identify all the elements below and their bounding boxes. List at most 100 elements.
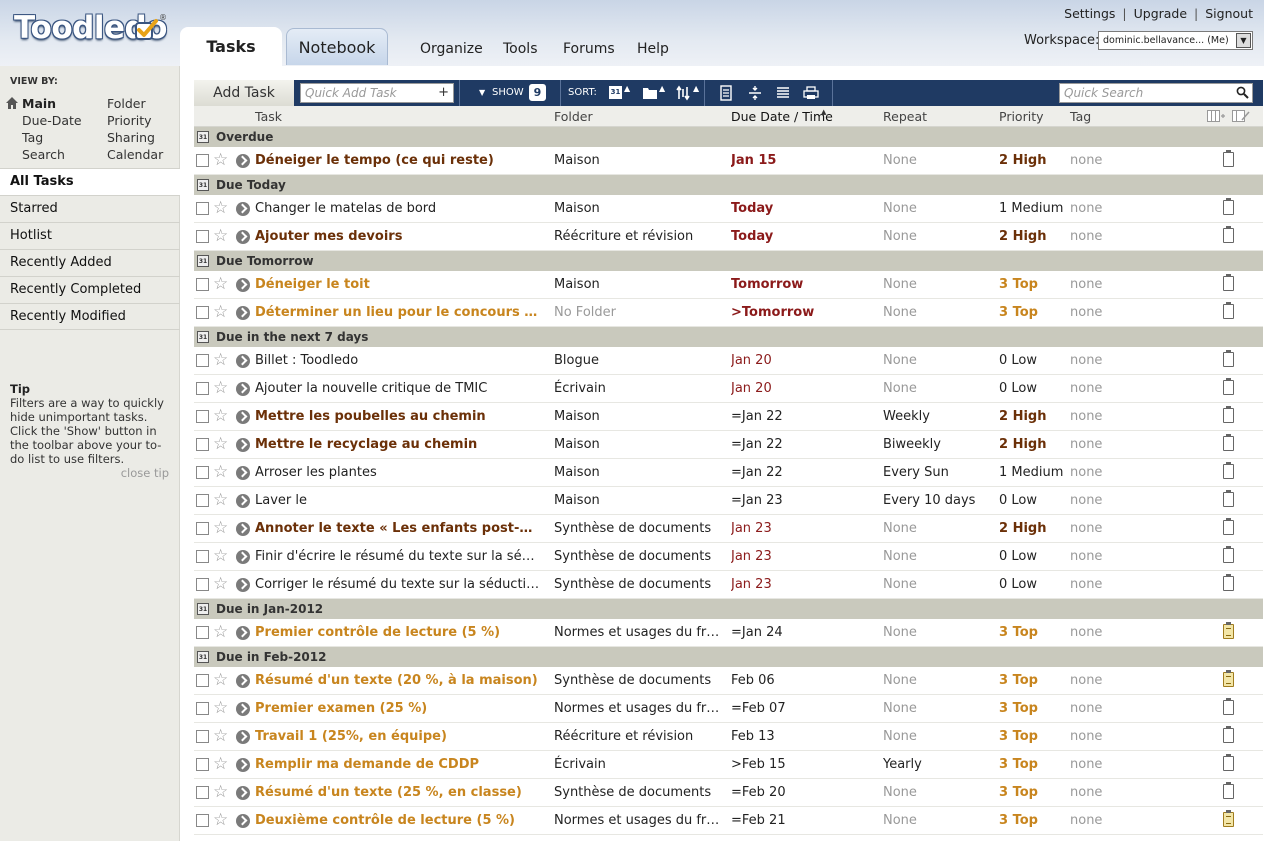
- sidebar-item-starred[interactable]: Starred: [0, 195, 180, 222]
- task-due-date[interactable]: =Jan 24: [731, 619, 871, 647]
- subtask-arrow-icon[interactable]: [236, 230, 250, 244]
- signout-link[interactable]: Signout: [1205, 6, 1253, 21]
- star-icon[interactable]: ☆: [213, 403, 228, 429]
- task-priority[interactable]: 2 High: [999, 515, 1067, 543]
- sort-date-icon[interactable]: 31: [609, 86, 622, 99]
- task-tag[interactable]: none: [1070, 347, 1130, 375]
- sidebar-item-recently-modified[interactable]: Recently Modified: [0, 303, 180, 330]
- task-due-date[interactable]: Feb 06: [731, 667, 871, 695]
- note-icon[interactable]: [1223, 150, 1234, 167]
- note-icon[interactable]: [1223, 350, 1234, 367]
- column-folder[interactable]: Folder: [554, 109, 593, 124]
- column-due-date[interactable]: Due Date / Time: [731, 109, 833, 124]
- task-row[interactable]: ☆ Arroser les plantes Maison =Jan 22 Every S…: [194, 459, 1263, 487]
- task-title[interactable]: Résumé d'un texte (25 %, en classe): [255, 779, 541, 807]
- note-icon[interactable]: [1223, 546, 1234, 563]
- note-filled-icon[interactable]: [1223, 670, 1234, 687]
- task-due-date[interactable]: Jan 15: [731, 147, 871, 175]
- task-repeat[interactable]: None: [883, 695, 993, 723]
- subtask-arrow-icon[interactable]: [236, 702, 250, 716]
- task-row[interactable]: ☆ Résumé d'un texte (25 %, en classe) Synt…: [194, 779, 1263, 807]
- task-repeat[interactable]: None: [883, 807, 993, 835]
- complete-checkbox[interactable]: [196, 522, 209, 535]
- task-repeat[interactable]: None: [883, 667, 993, 695]
- task-priority[interactable]: 1 Medium: [999, 459, 1067, 487]
- star-icon[interactable]: ☆: [213, 619, 228, 645]
- task-repeat[interactable]: Yearly: [883, 751, 993, 779]
- quick-search-input[interactable]: Quick Search: [1059, 83, 1253, 103]
- note-icon[interactable]: [1223, 518, 1234, 535]
- task-row[interactable]: ☆ Billet : Toodledo Blogue Jan 20 None 0 Low n…: [194, 347, 1263, 375]
- task-folder[interactable]: Réécriture et révision: [554, 723, 722, 751]
- subtask-arrow-icon[interactable]: [236, 306, 250, 320]
- complete-checkbox[interactable]: [196, 494, 209, 507]
- complete-checkbox[interactable]: [196, 758, 209, 771]
- task-tag[interactable]: none: [1070, 223, 1130, 251]
- task-folder[interactable]: Synthèse de documents: [554, 779, 722, 807]
- viewby-main[interactable]: Main: [22, 96, 56, 111]
- task-row[interactable]: ☆ Déterminer un lieu pour le concours du …: [194, 299, 1263, 327]
- task-priority[interactable]: 3 Top: [999, 695, 1067, 723]
- task-priority[interactable]: 1 Medium: [999, 195, 1067, 223]
- subtask-arrow-icon[interactable]: [236, 730, 250, 744]
- task-row[interactable]: ☆ Finir d'écrire le résumé du texte sur l…: [194, 543, 1263, 571]
- viewby-due-date[interactable]: Due-Date: [22, 113, 82, 128]
- star-icon[interactable]: ☆: [213, 487, 228, 513]
- task-tag[interactable]: none: [1070, 403, 1130, 431]
- task-priority[interactable]: 3 Top: [999, 779, 1067, 807]
- task-folder[interactable]: Maison: [554, 147, 722, 175]
- complete-checkbox[interactable]: [196, 278, 209, 291]
- task-folder[interactable]: Réécriture et révision: [554, 223, 722, 251]
- task-priority[interactable]: 3 Top: [999, 751, 1067, 779]
- complete-checkbox[interactable]: [196, 702, 209, 715]
- note-icon[interactable]: [1223, 574, 1234, 591]
- task-title[interactable]: Premier examen (25 %): [255, 695, 541, 723]
- viewby-priority[interactable]: Priority: [107, 113, 152, 128]
- note-icon[interactable]: [1223, 754, 1234, 771]
- viewby-sharing[interactable]: Sharing: [107, 130, 155, 145]
- note-icon[interactable]: [1223, 226, 1234, 243]
- note-icon[interactable]: [1223, 782, 1234, 799]
- subtask-arrow-icon[interactable]: [236, 202, 250, 216]
- task-repeat[interactable]: None: [883, 375, 993, 403]
- task-row[interactable]: ☆ Déneiger le toit Maison Tomorrow None 3 Top…: [194, 271, 1263, 299]
- task-folder[interactable]: Synthèse de documents: [554, 543, 722, 571]
- nav-tools[interactable]: Tools: [503, 41, 538, 57]
- note-icon[interactable]: [1223, 302, 1234, 319]
- task-title[interactable]: Deuxième contrôle de lecture (5 %): [255, 807, 541, 835]
- task-repeat[interactable]: None: [883, 147, 993, 175]
- task-title[interactable]: Laver le: [255, 487, 541, 515]
- subtask-arrow-icon[interactable]: [236, 786, 250, 800]
- task-priority[interactable]: 2 High: [999, 147, 1067, 175]
- task-due-date[interactable]: =Feb 21: [731, 807, 871, 835]
- task-row[interactable]: ☆ Résumé d'un texte (20 %, à la maison) Sy…: [194, 667, 1263, 695]
- viewby-search[interactable]: Search: [22, 147, 65, 162]
- task-priority[interactable]: 3 Top: [999, 667, 1067, 695]
- task-tag[interactable]: none: [1070, 667, 1130, 695]
- task-title[interactable]: Arroser les plantes: [255, 459, 541, 487]
- show-label[interactable]: SHOW: [492, 87, 524, 98]
- star-icon[interactable]: ☆: [213, 515, 228, 541]
- complete-checkbox[interactable]: [196, 730, 209, 743]
- subtask-arrow-icon[interactable]: [236, 522, 250, 536]
- task-row[interactable]: ☆ Annoter le texte « Les enfants post-mod…: [194, 515, 1263, 543]
- task-row[interactable]: ☆ Premier examen (25 %) Normes et usages d…: [194, 695, 1263, 723]
- task-due-date[interactable]: =Jan 23: [731, 487, 871, 515]
- subtask-arrow-icon[interactable]: [236, 626, 250, 640]
- task-repeat[interactable]: None: [883, 347, 993, 375]
- subtask-arrow-icon[interactable]: [236, 410, 250, 424]
- task-tag[interactable]: none: [1070, 515, 1130, 543]
- task-due-date[interactable]: Tomorrow: [731, 271, 871, 299]
- task-repeat[interactable]: None: [883, 571, 993, 599]
- task-title[interactable]: Ajouter mes devoirs: [255, 223, 541, 251]
- star-icon[interactable]: ☆: [213, 347, 228, 373]
- task-title[interactable]: Billet : Toodledo: [255, 347, 541, 375]
- task-row[interactable]: ☆ Mettre les poubelles au chemin Maison =Ja…: [194, 403, 1263, 431]
- task-title[interactable]: Travail 1 (25%, en équipe): [255, 723, 541, 751]
- task-priority[interactable]: 2 High: [999, 223, 1067, 251]
- task-due-date[interactable]: Feb 13: [731, 723, 871, 751]
- task-title[interactable]: Changer le matelas de bord: [255, 195, 541, 223]
- task-title[interactable]: Déterminer un lieu pour le concours du g…: [255, 299, 541, 327]
- task-repeat[interactable]: None: [883, 515, 993, 543]
- note-icon[interactable]: [1223, 274, 1234, 291]
